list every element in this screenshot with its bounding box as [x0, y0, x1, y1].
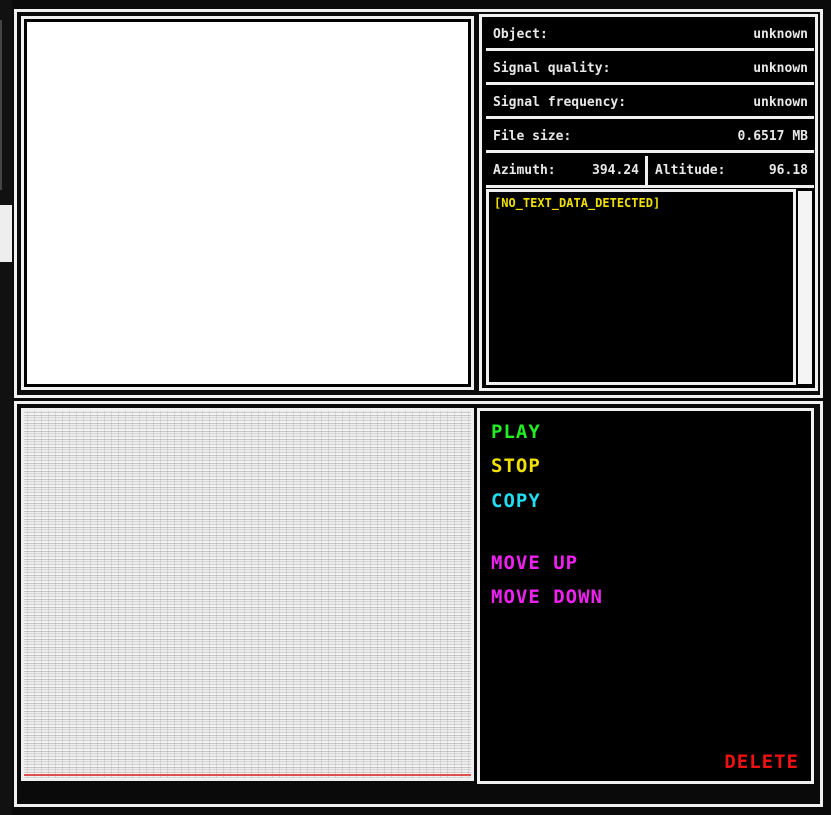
waveform-baseline — [24, 774, 471, 776]
image-preview — [21, 16, 474, 390]
signal-frequency-value: unknown — [753, 95, 808, 110]
text-data-content: [NO_TEXT_DATA_DETECTED] — [494, 196, 661, 210]
signal-quality-value: unknown — [753, 61, 808, 76]
altitude-label: Altitude: — [655, 163, 726, 178]
delete-button[interactable]: DELETE — [724, 751, 799, 773]
object-row: Object: unknown — [486, 21, 814, 51]
altitude-cell: Altitude: 96.18 — [648, 156, 814, 185]
signal-waveform[interactable] — [21, 408, 474, 781]
object-label: Object: — [493, 27, 548, 42]
file-size-label: File size: — [493, 129, 572, 144]
text-data-scrollbar[interactable] — [798, 191, 812, 384]
position-row: Azimuth: 394.24 Altitude: 96.18 — [486, 156, 814, 188]
left-edge-tab — [0, 205, 12, 262]
play-button[interactable]: PLAY — [491, 421, 541, 443]
object-value: unknown — [753, 27, 808, 42]
altitude-value: 96.18 — [768, 163, 808, 178]
file-size-row: File size: 0.6517 MB — [486, 123, 814, 153]
signal-quality-label: Signal quality: — [493, 61, 611, 76]
copy-button[interactable]: COPY — [491, 490, 541, 512]
azimuth-cell: Azimuth: 394.24 — [486, 156, 648, 185]
file-size-value: 0.6517 MB — [737, 129, 808, 144]
text-data-box[interactable]: [NO_TEXT_DATA_DETECTED] — [486, 189, 796, 385]
signal-frequency-label: Signal frequency: — [493, 95, 627, 110]
image-preview-canvas — [27, 22, 468, 384]
left-edge-line — [0, 20, 2, 190]
controls-panel: PLAY STOP COPY MOVE UP MOVE DOWN DELETE — [477, 408, 814, 784]
azimuth-label: Azimuth: — [493, 163, 556, 178]
move-down-button[interactable]: MOVE DOWN — [491, 586, 603, 608]
azimuth-value: 394.24 — [592, 163, 639, 178]
info-panel: Object: unknown Signal quality: unknown … — [479, 14, 818, 391]
signal-quality-row: Signal quality: unknown — [486, 55, 814, 85]
move-up-button[interactable]: MOVE UP — [491, 552, 578, 574]
signal-frequency-row: Signal frequency: unknown — [486, 89, 814, 119]
stop-button[interactable]: STOP — [491, 455, 541, 477]
